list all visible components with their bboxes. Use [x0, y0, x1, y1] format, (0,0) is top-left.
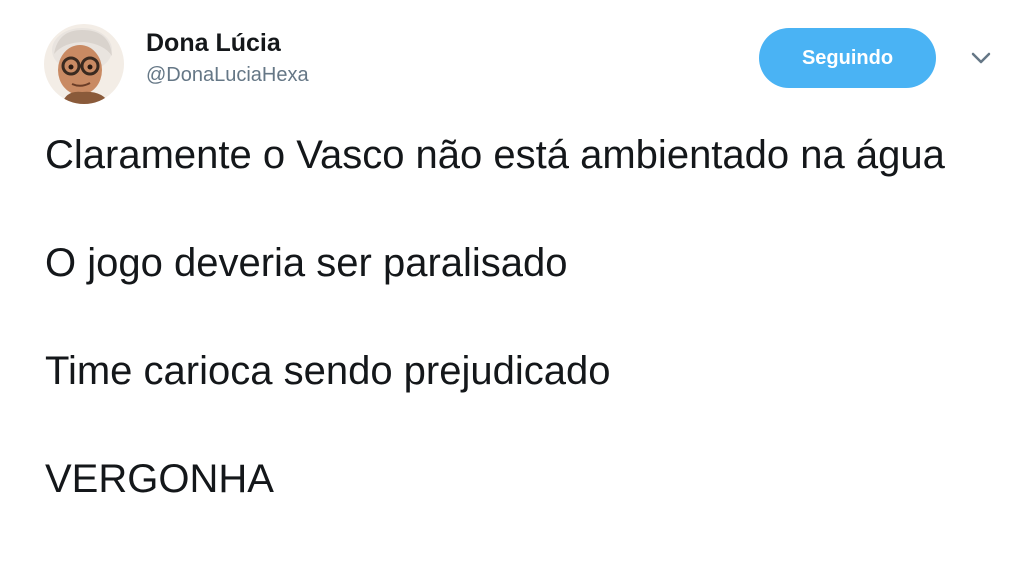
author-handle[interactable]: @DonaLuciaHexa: [146, 61, 309, 89]
tweet-text: Claramente o Vasco não está ambientado n…: [45, 128, 995, 506]
elderly-woman-avatar-icon: [44, 24, 124, 104]
tweet-paragraph: Time carioca sendo prejudicado: [45, 349, 611, 393]
chevron-down-icon: [971, 52, 991, 64]
tweet-card: Dona Lúcia @DonaLuciaHexa Seguindo Clara…: [0, 0, 1015, 575]
avatar[interactable]: [44, 24, 124, 104]
tweet-paragraph: Claramente o Vasco não está ambientado n…: [45, 133, 945, 177]
author-display-name[interactable]: Dona Lúcia: [146, 28, 309, 58]
following-button[interactable]: Seguindo: [759, 28, 936, 88]
following-button-label: Seguindo: [801, 46, 894, 69]
tweet-menu-button[interactable]: [969, 50, 993, 66]
author-names: Dona Lúcia @DonaLuciaHexa: [146, 28, 309, 89]
tweet-paragraph: O jogo deveria ser paralisado: [45, 241, 568, 285]
tweet-paragraph: VERGONHA: [45, 457, 274, 501]
tweet-header: Dona Lúcia @DonaLuciaHexa Seguindo: [44, 22, 1004, 104]
